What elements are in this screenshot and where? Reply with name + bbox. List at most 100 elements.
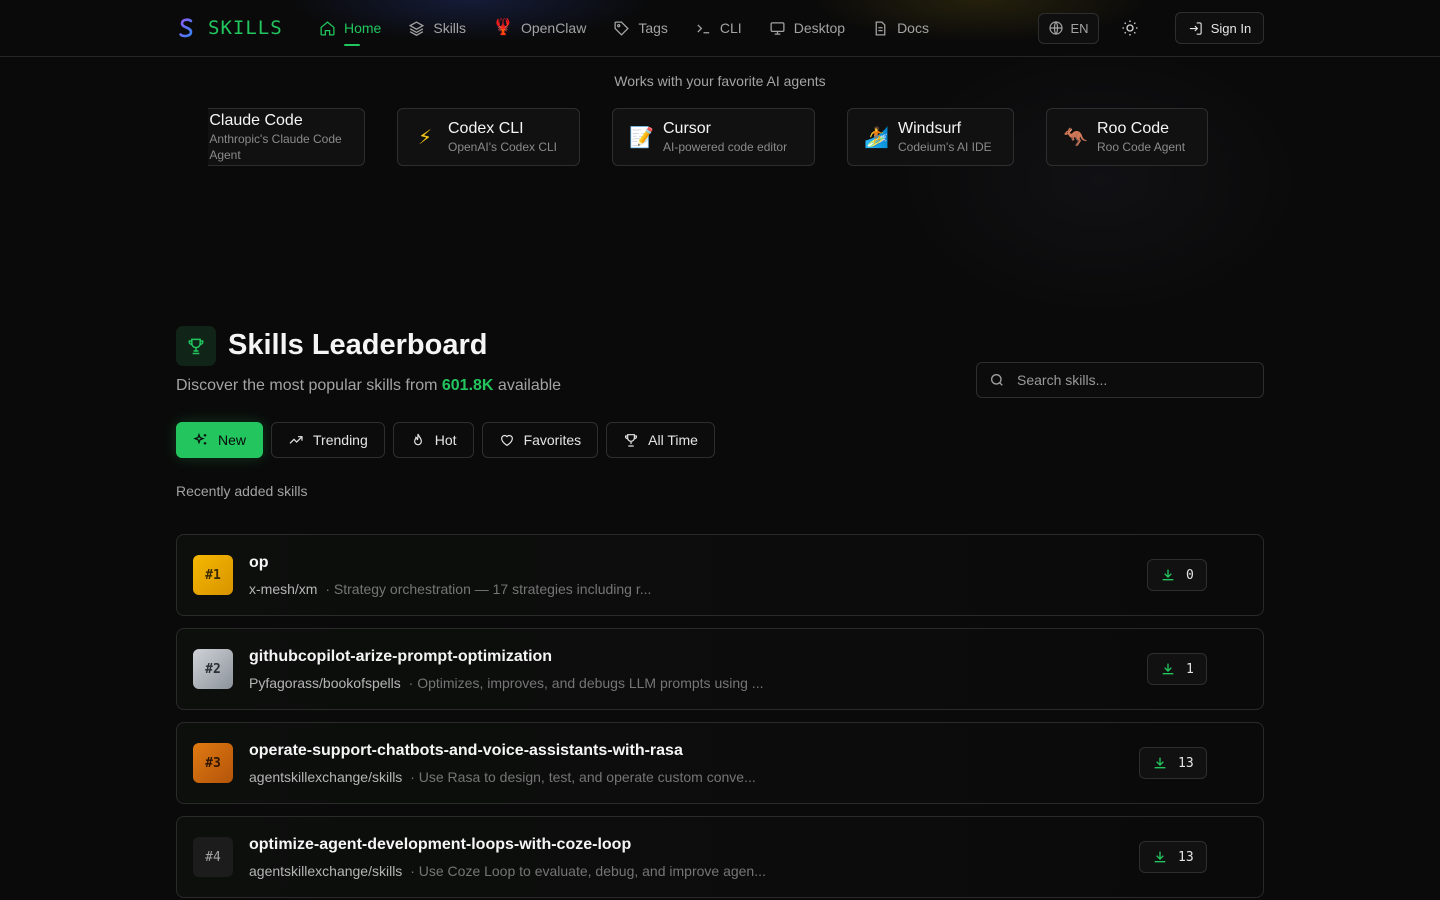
agents-caption: Works with your favorite AI agents: [614, 73, 826, 89]
filter-new[interactable]: New: [176, 422, 264, 458]
trending-up-icon: [289, 436, 303, 444]
top-navigation-bar: SKILLS Home Skills 🦞 OpenClaw Tags CLI D…: [0, 0, 1440, 57]
agent-card-roo-code[interactable]: 🦘 Roo Code Roo Code Agent: [1046, 108, 1208, 166]
skill-row[interactable]: #2 githubcopilot-arize-prompt-optimizati…: [176, 628, 1264, 710]
trophy-badge: [176, 326, 216, 366]
kangaroo-icon: 🦘: [1063, 126, 1088, 149]
main-nav: Home Skills 🦞 OpenClaw Tags CLI Desktop …: [319, 0, 929, 56]
filter-label: All Time: [648, 432, 698, 448]
surfer-icon: 🏄: [864, 126, 889, 149]
memo-icon: 📝: [629, 126, 654, 149]
filter-trending[interactable]: Trending: [271, 422, 385, 458]
download-count: 13: [1139, 747, 1207, 779]
page-subtitle: Discover the most popular skills from 60…: [176, 377, 561, 395]
skill-description: · Strategy orchestration — 17 strategies…: [325, 581, 652, 597]
agent-card-claude-code[interactable]: ✳ Claude Code Anthropic's Claude Code Ag…: [208, 108, 365, 166]
agent-card-codex-cli[interactable]: ⚡ Codex CLI OpenAI's Codex CLI: [397, 108, 580, 166]
agent-name: Codex CLI: [448, 120, 524, 137]
agent-description: AI-powered code editor: [663, 140, 788, 154]
skill-row[interactable]: #3 operate-support-chatbots-and-voice-as…: [176, 722, 1264, 804]
skill-row[interactable]: #1 op x-mesh/xm · Strategy orchestration…: [176, 534, 1264, 616]
agent-card-windsurf[interactable]: 🏄 Windsurf Codeium's AI IDE: [847, 108, 1014, 166]
skill-repo[interactable]: x-mesh/xm: [249, 581, 317, 597]
brand-logo[interactable]: SKILLS: [176, 14, 283, 42]
nav-item-docs[interactable]: Docs: [872, 0, 929, 56]
skill-repo[interactable]: Pyfagorass/bookofspells: [249, 675, 401, 691]
language-switcher[interactable]: EN: [1038, 12, 1099, 44]
filter-all-time[interactable]: All Time: [606, 422, 715, 458]
nav-label: CLI: [719, 20, 742, 36]
tag-icon: [614, 20, 630, 36]
agents-track: ✳ Claude Code Anthropic's Claude Code Ag…: [208, 108, 1208, 166]
nav-item-tags[interactable]: Tags: [613, 0, 668, 56]
agent-name: Windsurf: [898, 120, 962, 137]
download-value: 0: [1186, 567, 1194, 583]
filter-label: New: [218, 432, 247, 448]
terminal-icon: [697, 24, 710, 33]
skill-name[interactable]: operate-support-chatbots-and-voice-assis…: [249, 742, 683, 760]
sun-icon: [1122, 20, 1138, 36]
lobster-icon: 🦞: [493, 19, 513, 36]
header-actions: EN Sign In: [1038, 12, 1264, 44]
skill-description: · Use Coze Loop to evaluate, debug, and …: [410, 863, 766, 879]
sparkles-icon: [193, 432, 207, 445]
nav-item-skills[interactable]: Skills: [408, 0, 466, 56]
rank-badge: #1: [193, 555, 233, 595]
trophy-icon: [625, 434, 638, 447]
nav-item-cli[interactable]: CLI: [695, 0, 742, 56]
subtitle-suffix: available: [497, 377, 562, 394]
language-label: EN: [1070, 20, 1089, 36]
nav-label: Skills: [433, 20, 467, 36]
nav-label: Tags: [638, 20, 668, 36]
nav-item-openclaw[interactable]: 🦞 OpenClaw: [493, 0, 586, 56]
theme-toggle[interactable]: [1115, 13, 1145, 43]
skill-name[interactable]: githubcopilot-arize-prompt-optimization: [249, 648, 552, 666]
download-icon: [1154, 757, 1166, 769]
nav-label: Desktop: [793, 20, 846, 36]
lightning-icon: ⚡: [417, 126, 433, 149]
agent-description: Roo Code Agent: [1097, 140, 1186, 154]
search-box: [976, 362, 1264, 398]
search-input[interactable]: [1017, 372, 1247, 388]
sign-in-button[interactable]: Sign In: [1175, 12, 1264, 44]
download-value: 13: [1178, 849, 1194, 865]
skill-meta: agentskillexchange/skills · Use Coze Loo…: [249, 863, 766, 879]
skill-name[interactable]: op: [249, 554, 269, 572]
agent-card-cursor[interactable]: 📝 Cursor AI-powered code editor: [612, 108, 815, 166]
agent-name: Roo Code: [1097, 120, 1170, 137]
download-value: 1: [1186, 661, 1194, 677]
skill-repo[interactable]: agentskillexchange/skills: [249, 863, 402, 879]
skill-name[interactable]: optimize-agent-development-loops-with-co…: [249, 836, 631, 854]
skill-row[interactable]: #4 optimize-agent-development-loops-with…: [176, 816, 1264, 898]
nav-label: Docs: [897, 20, 929, 36]
download-count: 13: [1139, 841, 1207, 873]
nav-item-home[interactable]: Home: [319, 0, 381, 56]
download-count: 1: [1147, 653, 1207, 685]
nav-label: Home: [344, 20, 382, 36]
skill-description: · Use Rasa to design, test, and operate …: [410, 769, 756, 785]
rank-badge: #2: [193, 649, 233, 689]
agent-description: Anthropic's Claude Code Agent: [209, 132, 342, 162]
filter-hot[interactable]: Hot: [392, 422, 474, 458]
agent-name: Cursor: [663, 120, 712, 137]
rank-badge: #4: [193, 837, 233, 877]
skill-meta: Pyfagorass/bookofspells · Optimizes, imp…: [249, 675, 763, 691]
agent-name: Claude Code: [209, 112, 303, 129]
filter-favorites[interactable]: Favorites: [481, 422, 599, 458]
nav-label: OpenClaw: [520, 20, 587, 36]
globe-icon: [1049, 21, 1064, 35]
subtitle-prefix: Discover the most popular skills from: [176, 377, 438, 394]
skill-repo[interactable]: agentskillexchange/skills: [249, 769, 402, 785]
agent-description: Codeium's AI IDE: [898, 140, 992, 154]
log-in-icon: [1189, 21, 1202, 35]
skill-description: · Optimizes, improves, and debugs LLM pr…: [408, 675, 764, 691]
nav-item-desktop[interactable]: Desktop: [769, 0, 845, 56]
brand-name: SKILLS: [208, 17, 283, 39]
sign-in-label: Sign In: [1210, 20, 1252, 36]
list-caption: Recently added skills: [176, 483, 308, 499]
rank-badge: #3: [193, 743, 233, 783]
filter-label: Hot: [434, 432, 457, 448]
skill-meta: x-mesh/xm · Strategy orchestration — 17 …: [249, 581, 651, 597]
flame-icon: [413, 433, 422, 446]
document-icon: [875, 20, 886, 36]
